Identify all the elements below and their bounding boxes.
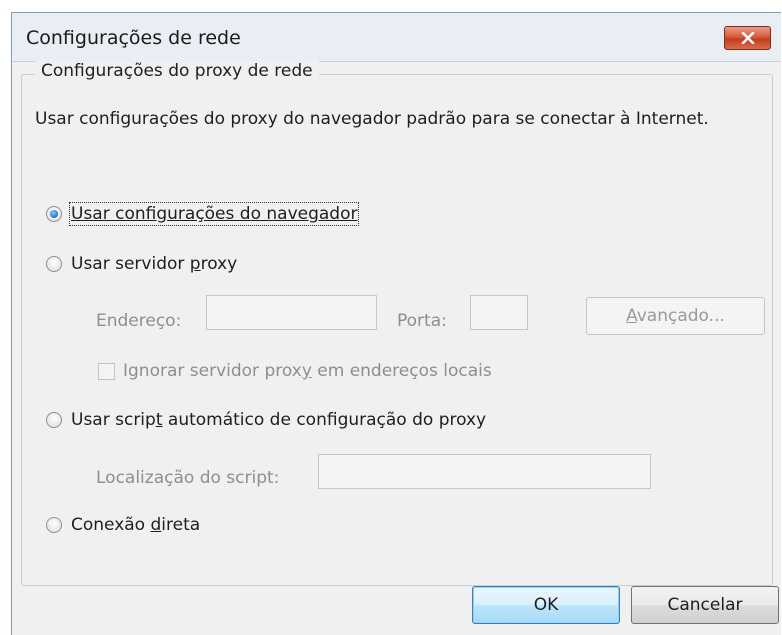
group-legend: Configurações do proxy de rede bbox=[35, 61, 319, 81]
bypass-local-checkbox-row[interactable]: Ignorar servidor proxy em endereços loca… bbox=[98, 361, 492, 381]
radio-unselected-icon bbox=[46, 517, 62, 533]
close-icon bbox=[741, 32, 754, 44]
title-bar[interactable]: Configurações de rede bbox=[12, 13, 781, 62]
group-description: Usar configurações do proxy do navegador… bbox=[35, 109, 709, 129]
address-label: Endereço: bbox=[96, 311, 182, 331]
script-location-input[interactable] bbox=[318, 454, 651, 489]
radio-unselected-icon bbox=[46, 256, 62, 272]
port-input[interactable] bbox=[470, 295, 528, 330]
radio-selected-icon bbox=[46, 206, 62, 222]
dialog-title: Configurações de rede bbox=[26, 27, 241, 49]
radio-label: Usar script automático de configuração d… bbox=[71, 410, 487, 430]
radio-use-proxy-server[interactable]: Usar servidor proxy bbox=[46, 254, 237, 274]
script-location-label: Localização do script: bbox=[96, 468, 280, 488]
port-label: Porta: bbox=[397, 311, 447, 331]
radio-label: Usar servidor proxy bbox=[71, 254, 238, 274]
address-input[interactable] bbox=[206, 295, 377, 330]
cancel-button[interactable]: Cancelar bbox=[631, 586, 779, 624]
radio-label: Usar configurações do navegador bbox=[68, 202, 360, 226]
radio-use-auto-config-script[interactable]: Usar script automático de configuração d… bbox=[46, 410, 486, 430]
network-settings-dialog: Configurações de rede Configurações do p… bbox=[11, 12, 781, 635]
radio-direct-connection[interactable]: Conexão direta bbox=[46, 515, 200, 535]
ok-button[interactable]: OK bbox=[472, 586, 620, 624]
radio-unselected-icon bbox=[46, 412, 62, 428]
radio-use-browser-settings[interactable]: Usar configurações do navegador bbox=[46, 202, 360, 226]
bypass-local-checkbox[interactable] bbox=[98, 362, 115, 380]
bypass-local-label: Ignorar servidor proxy em endereços loca… bbox=[123, 361, 492, 381]
advanced-button[interactable]: Avançado... bbox=[586, 297, 765, 335]
close-button[interactable] bbox=[724, 26, 771, 50]
radio-label: Conexão direta bbox=[71, 515, 201, 535]
